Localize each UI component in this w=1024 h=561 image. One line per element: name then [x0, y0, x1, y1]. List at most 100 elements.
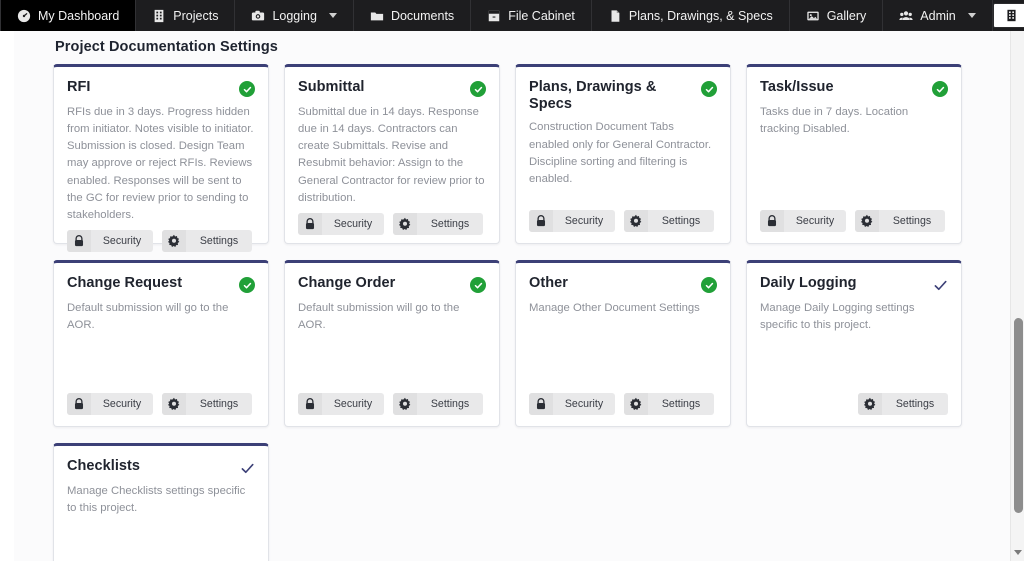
status-badge-enabled-icon: [470, 81, 486, 97]
left-gutter: [0, 31, 14, 561]
settings-button-label: Settings: [661, 398, 701, 410]
card-title: Plans, Drawings & Specs: [529, 79, 657, 112]
settings-button[interactable]: Settings: [393, 393, 483, 415]
settings-card-grid: RFI RFIs due in 3 days. Progress hidden f…: [14, 64, 1010, 561]
security-button[interactable]: Security: [67, 393, 153, 415]
nav-item-projects[interactable]: Projects: [136, 0, 236, 31]
page-title: Project Documentation Settings: [55, 39, 278, 55]
settings-button[interactable]: Settings: [162, 393, 252, 415]
lock-icon: [298, 393, 322, 415]
nav-item-label: Documents: [390, 8, 455, 23]
card-header: Change Request: [67, 275, 255, 293]
nav-item-admin[interactable]: Admin: [883, 0, 993, 31]
settings-button-label: Settings: [892, 215, 932, 227]
chevron-down-icon: [328, 13, 337, 18]
security-button[interactable]: Security: [529, 210, 615, 232]
card-header: Task/Issue: [760, 79, 948, 97]
nav-item-gallery[interactable]: Gallery: [790, 0, 884, 31]
security-button[interactable]: Security: [298, 393, 384, 415]
security-button-label: Security: [333, 217, 373, 230]
status-badge-enabled-icon: [239, 277, 255, 293]
card-actions: Settings: [760, 393, 948, 415]
gear-icon: [393, 212, 417, 235]
nav-item-plans-drawings-specs[interactable]: Plans, Drawings, & Specs: [592, 0, 790, 31]
nav-item-documents[interactable]: Documents: [354, 0, 472, 31]
security-button[interactable]: Security: [298, 212, 384, 235]
lock-icon: [298, 212, 322, 235]
settings-card: Checklists Manage Checklists settings spe…: [53, 443, 269, 561]
security-button-label: Security: [564, 215, 604, 227]
settings-card: Daily Logging Manage Daily Logging settin…: [746, 260, 962, 427]
nav-item-label: File Cabinet: [508, 8, 575, 23]
card-header: Daily Logging: [760, 275, 948, 293]
settings-button-label: Settings: [199, 398, 239, 410]
status-badge-enabled-icon: [239, 81, 255, 97]
card-actions: Security Settings: [298, 212, 486, 235]
settings-button[interactable]: Settings: [624, 210, 714, 232]
settings-button[interactable]: Settings: [855, 210, 945, 232]
project-selector[interactable]: HighRise Building ˅: [992, 3, 1024, 28]
status-badge-enabled-icon: [701, 277, 717, 293]
card-header: Submittal: [298, 79, 486, 97]
nav-item-logging[interactable]: Logging: [235, 0, 354, 31]
page-content: Project Documentation Settings RFI RFIs d…: [14, 31, 1010, 561]
nav-item-label: Gallery: [826, 8, 867, 23]
card-description: Tasks due in 7 days. Location tracking D…: [760, 106, 909, 136]
settings-button-label: Settings: [895, 398, 935, 410]
card-actions: Security Settings: [67, 393, 255, 415]
security-button[interactable]: Security: [529, 393, 615, 415]
security-button[interactable]: Security: [67, 230, 153, 253]
building-icon: [1005, 9, 1019, 23]
status-check-icon: [239, 460, 255, 476]
settings-card: Submittal Submittal due in 14 days. Respo…: [284, 64, 500, 244]
card-title: Change Order: [298, 275, 396, 291]
card-title: Daily Logging: [760, 275, 857, 291]
vertical-scrollbar[interactable]: [1010, 0, 1024, 561]
app-window: My Dashboard Projects Logging Documents File…: [0, 0, 1024, 561]
cabinet-icon: [487, 9, 501, 23]
card-title: Submittal: [298, 79, 365, 95]
card-title: Task/Issue: [760, 79, 834, 95]
card-actions: Security Settings: [529, 210, 717, 232]
settings-button-label: Settings: [199, 235, 239, 248]
nav-item-label: Projects: [173, 8, 219, 23]
card-title: Other: [529, 275, 568, 291]
gear-icon: [162, 230, 186, 253]
settings-button-label: Settings: [430, 398, 470, 410]
card-actions: Security Settings: [298, 393, 486, 415]
status-badge-enabled-icon: [932, 81, 948, 97]
scrollbar-thumb[interactable]: [1014, 318, 1023, 513]
status-badge-enabled-icon: [470, 277, 486, 293]
card-header: Change Order: [298, 275, 486, 293]
lock-icon: [67, 393, 91, 415]
nav-item-label: My Dashboard: [38, 8, 120, 23]
gear-icon: [858, 393, 882, 415]
gear-icon: [393, 393, 417, 415]
card-description: Default submission will go to the AOR.: [298, 302, 460, 332]
gear-icon: [624, 393, 648, 415]
lock-icon: [760, 210, 784, 232]
settings-button[interactable]: Settings: [624, 393, 714, 415]
users-icon: [899, 9, 913, 23]
card-description: Manage Other Document Settings: [529, 302, 700, 314]
image-icon: [806, 9, 820, 23]
security-button[interactable]: Security: [760, 210, 846, 232]
chevron-down-icon: [967, 13, 976, 18]
settings-button[interactable]: Settings: [393, 212, 483, 235]
security-button-label: Security: [795, 215, 835, 227]
nav-item-file-cabinet[interactable]: File Cabinet: [471, 0, 592, 31]
building-icon: [152, 9, 166, 23]
card-title: Checklists: [67, 458, 141, 474]
status-check-icon: [932, 277, 948, 293]
card-description: Default submission will go to the AOR.: [67, 302, 229, 332]
document-icon: [608, 9, 622, 23]
dashboard-icon: [17, 9, 31, 23]
settings-button-label: Settings: [430, 217, 470, 230]
scroll-down-arrow-icon[interactable]: [1011, 544, 1024, 560]
nav-item-my-dashboard[interactable]: My Dashboard: [0, 0, 137, 31]
card-description: Manage Checklists settings specific to t…: [67, 485, 246, 515]
settings-card: Task/Issue Tasks due in 7 days. Location …: [746, 64, 962, 244]
settings-button[interactable]: Settings: [858, 393, 948, 415]
settings-button[interactable]: Settings: [162, 230, 252, 253]
security-button-label: Security: [102, 235, 142, 248]
